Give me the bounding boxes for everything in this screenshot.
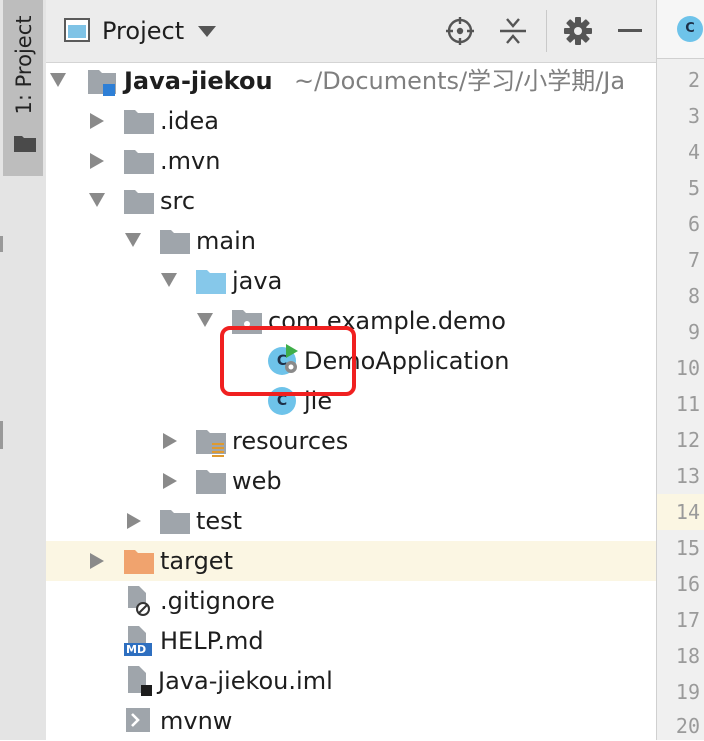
source-folder-icon bbox=[196, 270, 226, 294]
project-tool-tab-label: 1: Project bbox=[12, 15, 36, 115]
highlight-annotation bbox=[220, 326, 356, 396]
line-number: 12 bbox=[675, 428, 700, 452]
shell-script-icon bbox=[126, 708, 150, 732]
markdown-badge: MD bbox=[126, 643, 147, 656]
line-number: 3 bbox=[687, 104, 700, 128]
line-number: 20 bbox=[675, 714, 700, 738]
line-number: 14 bbox=[675, 500, 700, 524]
collapse-all-icon[interactable] bbox=[500, 17, 526, 45]
expand-arrow-icon[interactable] bbox=[89, 193, 105, 207]
tree-item-target[interactable]: target bbox=[160, 541, 233, 581]
tree-item-iml[interactable]: Java-jiekou.iml bbox=[158, 661, 333, 701]
line-number: 16 bbox=[675, 572, 700, 596]
line-number: 7 bbox=[687, 248, 700, 272]
line-number: 11 bbox=[675, 392, 700, 416]
locate-icon[interactable] bbox=[446, 17, 474, 45]
tree-item-main[interactable]: main bbox=[196, 221, 256, 261]
class-icon: C bbox=[677, 16, 703, 42]
expand-arrow-icon[interactable] bbox=[90, 553, 104, 569]
folder-icon bbox=[14, 136, 36, 152]
tree-item-java[interactable]: java bbox=[232, 261, 282, 301]
strip-marker bbox=[0, 236, 3, 252]
project-view-icon bbox=[64, 18, 90, 42]
line-number: 5 bbox=[687, 176, 700, 200]
tree-item-idea[interactable]: .idea bbox=[160, 101, 219, 141]
line-number: 9 bbox=[687, 320, 700, 344]
tree-item-mvn[interactable]: .mvn bbox=[160, 141, 220, 181]
expand-arrow-icon[interactable] bbox=[197, 313, 213, 327]
toolbar-divider bbox=[546, 10, 547, 52]
expand-arrow-icon[interactable] bbox=[90, 153, 104, 169]
tree-item-test[interactable]: test bbox=[196, 501, 242, 541]
gear-icon[interactable] bbox=[564, 17, 592, 45]
line-number: 2 bbox=[687, 68, 700, 92]
line-number: 4 bbox=[687, 140, 700, 164]
editor-tab[interactable]: C bbox=[657, 0, 704, 59]
expand-arrow-icon[interactable] bbox=[125, 233, 141, 247]
chevron-down-icon[interactable] bbox=[198, 26, 216, 38]
ignored-file-icon bbox=[128, 586, 150, 616]
resources-folder-icon bbox=[196, 430, 226, 457]
strip-marker bbox=[0, 421, 3, 449]
tree-item-resources[interactable]: resources bbox=[232, 421, 348, 461]
tree-item-mvnw[interactable]: mvnw bbox=[160, 701, 232, 741]
module-folder-icon bbox=[88, 70, 116, 96]
panel-title[interactable]: Project bbox=[102, 11, 184, 51]
folder-icon bbox=[124, 190, 154, 214]
line-number: 15 bbox=[675, 536, 700, 560]
folder-icon bbox=[196, 470, 226, 494]
folder-icon bbox=[124, 150, 154, 174]
project-path: ~/Documents/学习/小学期/Ja bbox=[294, 67, 626, 95]
tree-item-src[interactable]: src bbox=[160, 181, 195, 221]
line-number: 13 bbox=[675, 464, 700, 488]
line-number: 6 bbox=[687, 212, 700, 236]
line-number: 19 bbox=[675, 680, 700, 704]
line-number: 10 bbox=[675, 356, 700, 380]
tree-item-web[interactable]: web bbox=[232, 461, 282, 501]
project-root-label[interactable]: Java-jiekou bbox=[124, 61, 273, 101]
folder-icon bbox=[160, 510, 190, 534]
expand-arrow-icon[interactable] bbox=[50, 73, 66, 87]
project-panel-header: Project bbox=[46, 0, 656, 63]
expand-arrow-icon[interactable] bbox=[90, 113, 104, 129]
folder-icon bbox=[124, 110, 154, 134]
excluded-folder-icon bbox=[124, 550, 154, 574]
minimize-icon[interactable] bbox=[618, 29, 642, 32]
line-number: 17 bbox=[675, 608, 700, 632]
line-number: 8 bbox=[687, 284, 700, 308]
expand-arrow-icon[interactable] bbox=[163, 473, 177, 489]
expand-arrow-icon[interactable] bbox=[163, 433, 177, 449]
line-number: 18 bbox=[675, 644, 700, 668]
tree-item-gitignore[interactable]: .gitignore bbox=[160, 581, 275, 621]
expand-arrow-icon[interactable] bbox=[161, 273, 177, 287]
expand-arrow-icon[interactable] bbox=[127, 513, 141, 529]
module-file-icon bbox=[128, 666, 152, 696]
folder-icon bbox=[160, 230, 190, 254]
tree-item-help[interactable]: HELP.md bbox=[160, 621, 264, 661]
